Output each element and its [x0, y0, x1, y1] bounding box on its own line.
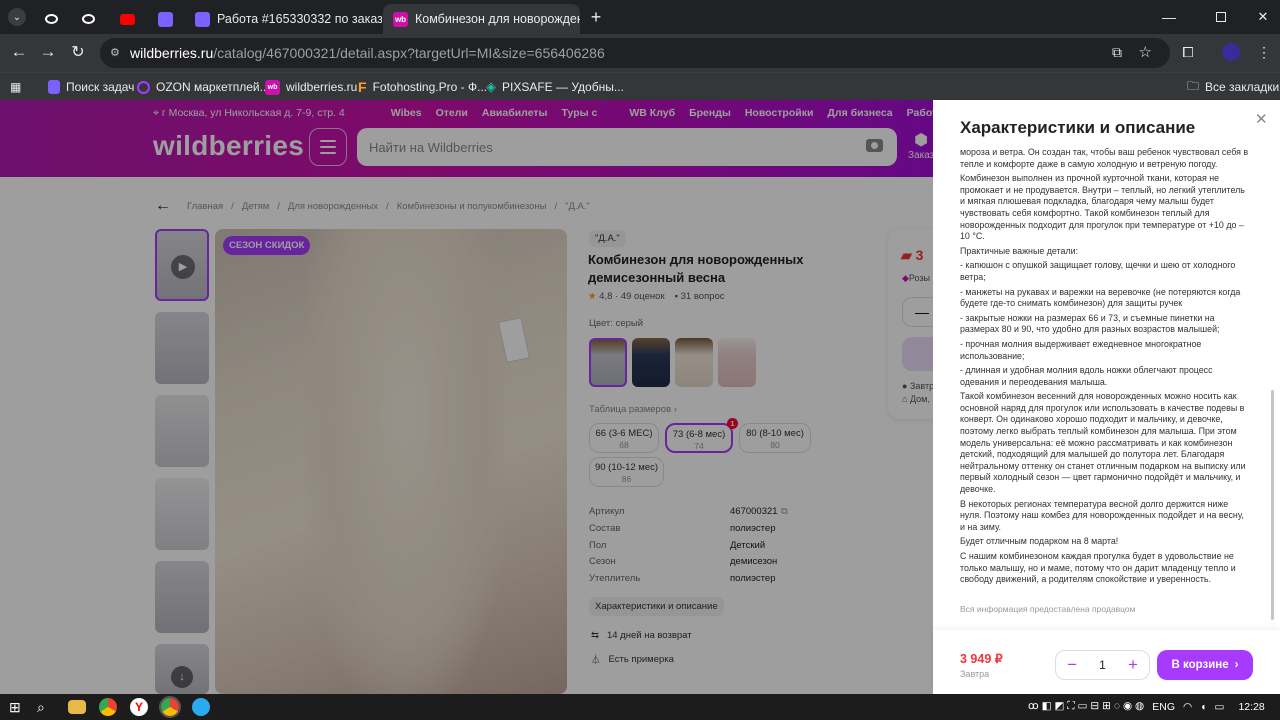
u-icon	[195, 11, 210, 27]
delivery-date: Завтра	[960, 669, 990, 679]
file-explorer-icon[interactable]	[68, 700, 86, 714]
f-icon: F	[358, 79, 367, 95]
bookmarks-bar: ▦ Поиск задач OZON маркетплей... wb wildb…	[0, 72, 1280, 100]
price: 3 949 ₽	[960, 652, 1003, 666]
seller-info-note: Вся информация предоставлена продавцом	[960, 604, 1136, 614]
bookmark-label: Поиск задач	[66, 80, 135, 94]
u-icon	[48, 80, 60, 94]
quantity-stepper: − 1 +	[1055, 650, 1150, 680]
site-info-icon[interactable]: ⚙	[110, 46, 120, 59]
tab-5[interactable]: Работа #165330332 по заказу✕	[185, 4, 382, 34]
url-path: /catalog/467000321/detail.aspx?targetUrl…	[213, 45, 605, 61]
reload-icon[interactable]: ↻	[68, 42, 88, 62]
edge-o-icon	[45, 14, 58, 24]
maximize-icon[interactable]	[1212, 8, 1230, 26]
forward-arrow-icon[interactable]: →	[38, 42, 58, 62]
all-bookmarks[interactable]: 🗀 Все закладки	[1187, 77, 1279, 97]
browser-toolbar: ← → ↻ ⚙ wildberries.ru/catalog/467000321…	[0, 34, 1280, 72]
telegram-icon[interactable]	[192, 698, 210, 716]
clock[interactable]: 12:28	[1238, 701, 1264, 713]
apps-grid-icon[interactable]: ▦	[10, 77, 21, 97]
description-paragraph: В некоторых регионах температура весной …	[960, 498, 1244, 532]
bookmark-5[interactable]: ◈ PIXSAFE — Удобны...	[486, 77, 624, 97]
description-paragraph: - манжеты на рукавах и варежки на верево…	[960, 286, 1241, 309]
bookmark-star-icon[interactable]: ☆	[1139, 43, 1152, 61]
volume-icon[interactable]: ◖	[1200, 701, 1206, 713]
u-icon	[158, 11, 173, 27]
description-paragraph: - закрытые ножки на размерах 66 и 73, и …	[960, 312, 1220, 335]
install-app-icon[interactable]: ⧉	[1112, 44, 1122, 61]
chrome-icon[interactable]	[99, 698, 117, 716]
bookmark-4[interactable]: F Fotohosting.Pro - Ф...	[358, 77, 487, 97]
tray-icons[interactable]: ꝏ ◧ ◩ ⛶ ▭ ⊟ ⊞ ◌ ◉ ◍	[1028, 700, 1144, 713]
description-paragraph: Будет отличным подарком на 8 марта!	[960, 536, 1119, 547]
pixsafe-icon: ◈	[486, 79, 496, 94]
folder-icon: 🗀	[1187, 78, 1200, 93]
panel-cart-bar: 3 949 ₽ Завтра − 1 + В корзине ›	[933, 630, 1280, 694]
new-tab-button[interactable]: +	[585, 6, 607, 28]
tab-search-icon[interactable]: ⌄	[8, 8, 26, 26]
system-tray: ꝏ ◧ ◩ ⛶ ▭ ⊟ ⊞ ◌ ◉ ◍ ENG ◠ ◖ ▭ 12:28	[1028, 700, 1265, 713]
description-paragraph: Такой комбинезон весенний для новорожден…	[960, 391, 1246, 495]
chevron-right-icon: ›	[1234, 659, 1239, 671]
ozon-icon	[137, 80, 150, 94]
bookmark-label: PIXSAFE — Удобны...	[502, 80, 624, 94]
wifi-icon[interactable]: ◠	[1183, 701, 1192, 713]
tab-1[interactable]	[35, 4, 67, 34]
description-paragraph: мороза и ветра. Он создан так, чтобы ваш…	[960, 147, 1249, 169]
tab-title: Комбинезон для новорожден	[415, 12, 580, 26]
description-paragraph: С нашим комбинезоном каждая прогулка буд…	[960, 551, 1236, 585]
bookmark-label: wildberries.ru	[286, 80, 358, 94]
description-paragraph: Комбинезон выполнен из прочной курточной…	[960, 173, 1245, 242]
yandex-icon[interactable]: Y	[130, 698, 148, 716]
search-icon[interactable]: ⌕	[37, 698, 55, 716]
bookmark-1[interactable]: Поиск задач	[48, 77, 134, 97]
description-paragraph: - капюшон с опушкой защищает голову, щеч…	[960, 260, 1236, 282]
wb-icon: wb	[265, 79, 280, 95]
address-bar[interactable]: ⚙ wildberries.ru/catalog/467000321/detai…	[100, 38, 1170, 68]
panel-title: Характеристики и описание	[960, 118, 1196, 137]
bookmark-label: OZON маркетплей...	[156, 80, 270, 94]
wildberries-page: ⌖ г Москва, ул Никольская д. 7-9, стр. 4…	[0, 100, 933, 694]
back-arrow-icon[interactable]: ←	[9, 42, 29, 62]
scrollbar-thumb[interactable]	[1271, 390, 1274, 620]
in-cart-button[interactable]: В корзине ›	[1157, 650, 1253, 680]
battery-icon[interactable]: ▭	[1215, 701, 1225, 713]
description-panel: Характеристики и описание ✕ мороза и вет…	[933, 100, 1280, 694]
all-bookmarks-label: Все закладки	[1205, 80, 1280, 94]
chrome-active-icon[interactable]	[159, 696, 181, 718]
window-close-icon[interactable]: ✕	[1254, 8, 1272, 26]
tab-6-active[interactable]: wbКомбинезон для новорожден✕	[383, 4, 580, 34]
minimize-icon[interactable]: —	[1160, 8, 1178, 26]
windows-start-icon[interactable]: ⊞	[9, 698, 27, 716]
menu-kebab-icon[interactable]: ⋮	[1255, 42, 1273, 62]
edge-o-icon	[82, 14, 95, 24]
close-icon[interactable]: ✕	[1255, 110, 1268, 128]
windows-taskbar: ⊞ ⌕ Y ꝏ ◧ ◩ ⛶ ▭ ⊟ ⊞ ◌ ◉ ◍ ENG ◠ ◖ ▭ 12:2…	[0, 694, 1280, 720]
bookmark-2[interactable]: OZON маркетплей...	[137, 77, 270, 97]
bookmark-label: Fotohosting.Pro - Ф...	[372, 80, 488, 94]
tab-title: Работа #165330332 по заказу	[217, 12, 382, 26]
minus-button[interactable]: −	[1067, 655, 1077, 675]
description-paragraph: - длинная и удобная молния вдоль ножки о…	[960, 365, 1213, 387]
youtube-icon	[120, 13, 135, 25]
tab-4[interactable]	[148, 4, 180, 34]
plus-button[interactable]: +	[1128, 655, 1138, 675]
tab-2[interactable]	[72, 4, 104, 34]
description-paragraph: - прочная молния выдерживает ежедневное …	[960, 338, 1202, 361]
quantity-value: 1	[1099, 658, 1106, 672]
description-text: мороза и ветра. Он создан так, чтобы ваш…	[960, 147, 1250, 617]
modal-backdrop[interactable]	[0, 100, 933, 694]
url-host: wildberries.ru	[130, 45, 214, 61]
browser-tab-strip: ⌄ Работа #165330332 по заказу✕ wbКомбине…	[0, 0, 1280, 34]
bookmark-3[interactable]: wb wildberries.ru	[265, 77, 357, 97]
language-indicator[interactable]: ENG	[1152, 701, 1175, 713]
profile-avatar[interactable]	[1222, 43, 1240, 61]
wb-icon: wb	[393, 11, 408, 27]
tab-3[interactable]	[110, 4, 142, 34]
extensions-icon[interactable]: ⧠	[1178, 42, 1198, 62]
description-paragraph: Практичные важные детали:	[960, 245, 1079, 256]
